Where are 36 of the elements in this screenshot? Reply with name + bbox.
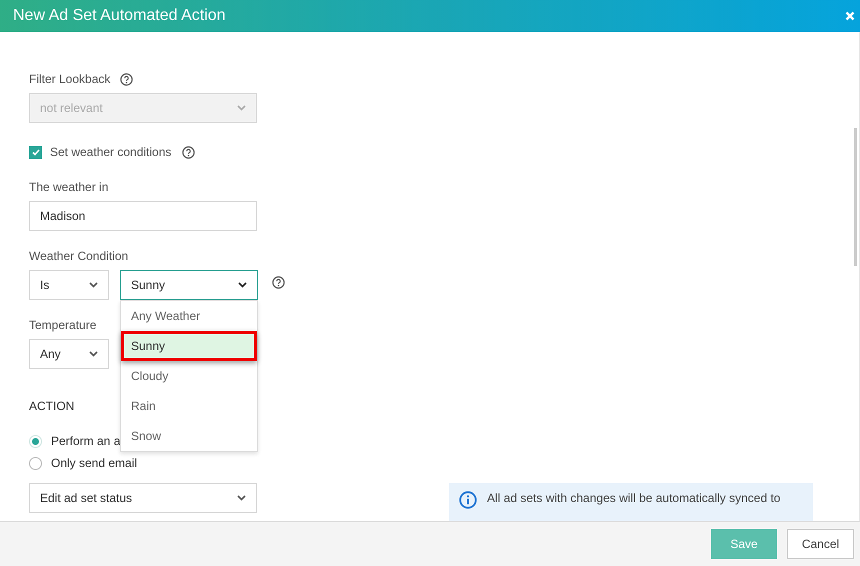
field-label: Weather Condition (29, 248, 128, 265)
close-icon[interactable] (845, 11, 855, 21)
field-label: The weather in (29, 179, 108, 196)
action-select[interactable]: Edit ad set status (29, 483, 257, 513)
info-text: All ad sets with changes will be automatically synced to (487, 491, 780, 505)
cancel-button[interactable]: Cancel (787, 529, 854, 559)
checkbox-label: Set weather conditions (50, 145, 172, 159)
checkbox[interactable] (29, 146, 42, 158)
chevron-down-icon (89, 282, 98, 288)
help-icon[interactable] (272, 276, 285, 289)
window-title: New Ad Set Automated Action (13, 7, 226, 25)
chevron-down-icon (237, 105, 246, 111)
section-heading: ACTION (29, 399, 74, 413)
chevron-down-icon (238, 282, 247, 288)
chevron-down-icon (89, 351, 98, 357)
scrollbar-thumb[interactable] (854, 128, 857, 266)
chevron-down-icon (237, 495, 246, 501)
radio-label: Only send email (51, 456, 138, 470)
dropdown-option[interactable]: Snow (121, 421, 257, 451)
dropdown-option[interactable]: Sunny (121, 331, 257, 361)
field-label: Filter Lookback (29, 71, 110, 88)
radio-button[interactable] (29, 434, 42, 448)
temperature-select[interactable]: Any (29, 339, 109, 369)
weather-condition-select[interactable]: Sunny (120, 270, 258, 300)
help-icon[interactable] (120, 72, 134, 86)
radio-label: Perform an a (51, 434, 120, 448)
field-label: Temperature (29, 317, 96, 334)
dropdown-option[interactable]: Cloudy (121, 361, 257, 391)
weather-location-field[interactable]: Madison (29, 201, 257, 231)
help-icon[interactable] (182, 146, 196, 158)
dropdown-option[interactable]: Any Weather (121, 301, 257, 331)
dropdown-option[interactable]: Rain (121, 391, 257, 421)
radio-button[interactable] (29, 456, 42, 470)
check-icon (32, 148, 40, 156)
info-icon (459, 491, 477, 509)
operator-select[interactable]: Is (29, 270, 109, 300)
